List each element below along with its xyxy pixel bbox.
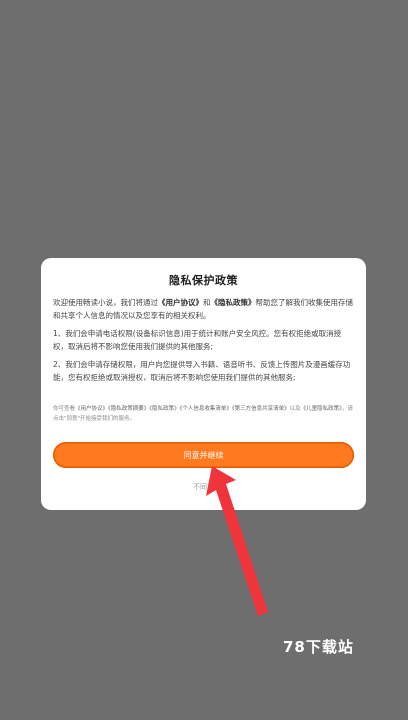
watermark: 78下载站 xyxy=(283,638,354,656)
red-arrow-icon xyxy=(206,466,268,616)
